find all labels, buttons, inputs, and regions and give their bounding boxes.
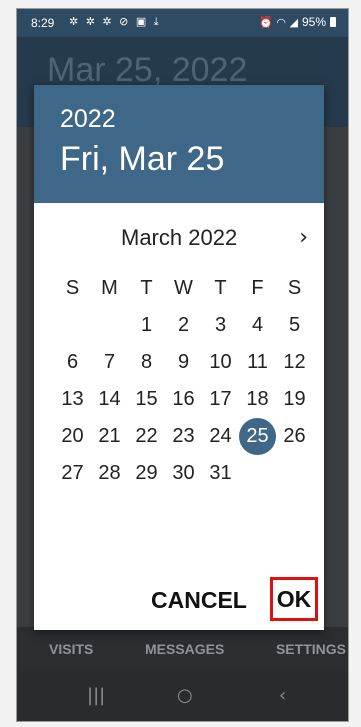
status-bar: 8:29 ✲ ✲ ✲ ⊘ ▣ ⤓ ⏰ ◠ ◢ 95%	[17, 9, 348, 37]
status-time: 8:29	[31, 16, 55, 30]
day-cell[interactable]: 15	[128, 381, 165, 418]
day-cell[interactable]: 22	[128, 418, 165, 455]
empty-day-cell	[239, 455, 276, 492]
day-cell[interactable]: 30	[165, 455, 202, 492]
day-cell[interactable]: 21	[91, 418, 128, 455]
weekday-header: S	[65, 277, 80, 299]
system-nav-bar: ||| ○ ‹	[17, 671, 348, 721]
day-cell[interactable]: 8	[128, 344, 165, 381]
empty-day-cell	[91, 307, 128, 344]
day-number: 25	[246, 425, 269, 447]
day-cell[interactable]: 11	[239, 344, 276, 381]
empty-day-cell	[276, 455, 313, 492]
app-bottom-nav: VISITS MESSAGES SETTINGS	[17, 627, 348, 671]
day-cell[interactable]: 31	[202, 455, 239, 492]
empty-day-cell	[54, 307, 91, 344]
day-cell[interactable]: 6	[54, 344, 91, 381]
day-cell[interactable]: 13	[54, 381, 91, 418]
day-cell[interactable]: 17	[202, 381, 239, 418]
weekday-header: T	[214, 277, 227, 299]
nav-messages[interactable]: MESSAGES	[145, 641, 224, 657]
day-cell[interactable]: 23	[165, 418, 202, 455]
day-cell[interactable]: 26	[276, 418, 313, 455]
day-cell-selected[interactable]: 25	[239, 418, 276, 455]
ok-button[interactable]: OK	[270, 577, 318, 621]
day-cell[interactable]: 4	[239, 307, 276, 344]
day-cell[interactable]: 16	[165, 381, 202, 418]
selected-date: Fri, Mar 25	[60, 140, 225, 178]
date-picker-dialog: 2022 Fri, Mar 25 March 2022 › SMTWTFS123…	[34, 85, 324, 630]
weekday-header: F	[251, 277, 264, 299]
dialog-actions: CANCEL OK	[34, 575, 324, 625]
next-month-icon[interactable]: ›	[299, 225, 308, 250]
weekday-header: S	[287, 277, 302, 299]
day-cell[interactable]: 18	[239, 381, 276, 418]
day-cell[interactable]: 1	[128, 307, 165, 344]
selected-year[interactable]: 2022	[60, 105, 116, 134]
weekday-header: M	[101, 277, 118, 299]
day-cell[interactable]: 27	[54, 455, 91, 492]
date-picker-header: 2022 Fri, Mar 25	[34, 85, 324, 203]
day-cell[interactable]: 14	[91, 381, 128, 418]
nav-settings[interactable]: SETTINGS	[276, 641, 346, 657]
weekday-header: W	[174, 277, 193, 299]
notification-icons: ✲ ✲ ✲ ⊘ ▣ ⤓	[69, 15, 161, 28]
day-cell[interactable]: 10	[202, 344, 239, 381]
day-cell[interactable]: 28	[91, 455, 128, 492]
day-cell[interactable]: 29	[128, 455, 165, 492]
month-navigation: March 2022 ›	[34, 223, 324, 253]
day-cell[interactable]: 5	[276, 307, 313, 344]
system-status-icons: ⏰ ◠ ◢	[259, 15, 298, 29]
day-cell[interactable]: 2	[165, 307, 202, 344]
status-right: ⏰ ◠ ◢ 95%	[259, 15, 336, 29]
day-cell[interactable]: 12	[276, 344, 313, 381]
nav-visits[interactable]: VISITS	[49, 641, 93, 657]
day-cell[interactable]: 19	[276, 381, 313, 418]
cancel-button[interactable]: CANCEL	[151, 587, 247, 614]
battery-percent: 95%	[301, 15, 326, 29]
day-cell[interactable]: 24	[202, 418, 239, 455]
day-cell[interactable]: 7	[91, 344, 128, 381]
back-icon[interactable]: ‹	[279, 685, 286, 706]
battery-icon	[330, 17, 336, 27]
home-icon[interactable]: ○	[177, 685, 193, 706]
month-label: March 2022	[121, 225, 238, 250]
weekday-header: T	[140, 277, 153, 299]
day-cell[interactable]: 3	[202, 307, 239, 344]
screenshot-frame: 8:29 ✲ ✲ ✲ ⊘ ▣ ⤓ ⏰ ◠ ◢ 95% Mar 25, 2022 …	[0, 0, 361, 727]
calendar-grid: S M T W T F S 1 2 3 4 5 6 7 8 9 10 11 12 13 14 15 16 17 18 19 20 21…	[54, 270, 318, 492]
day-cell[interactable]: 20	[54, 418, 91, 455]
day-cell[interactable]: 9	[165, 344, 202, 381]
recents-icon[interactable]: |||	[87, 685, 105, 706]
